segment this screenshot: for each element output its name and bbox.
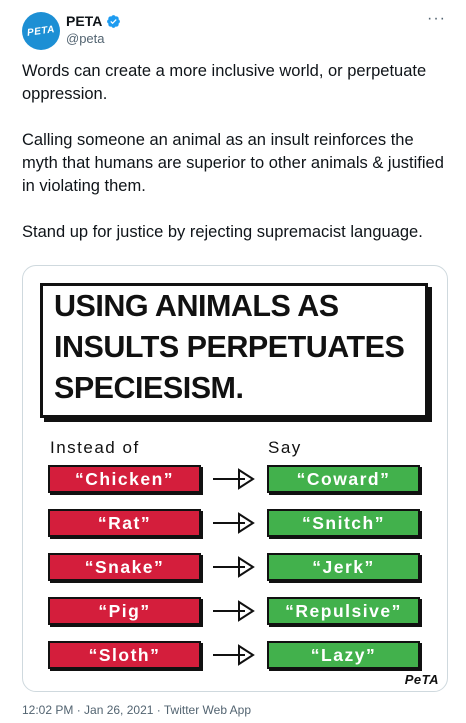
tweet-paragraph: Stand up for justice by rejecting suprem…: [22, 223, 423, 241]
replacement-word: “Repulsive”: [267, 597, 420, 625]
word-pair-row: “Pig” “Repulsive”: [48, 597, 420, 627]
author-name-row: PETA: [66, 13, 121, 29]
insult-word: “Pig”: [48, 597, 201, 625]
replacement-word: “Coward”: [267, 465, 420, 493]
avatar[interactable]: PETA: [22, 12, 60, 50]
verified-badge-icon: [107, 14, 121, 28]
insult-word: “Chicken”: [48, 465, 201, 493]
author-handle[interactable]: @peta: [66, 31, 105, 46]
replacement-word: “Lazy”: [267, 641, 420, 669]
word-pair-row: “Sloth” “Lazy”: [48, 641, 420, 671]
insult-word: “Sloth”: [48, 641, 201, 669]
tweet-text: Words can create a more inclusive world,…: [22, 60, 447, 267]
right-arrow-icon: [213, 556, 255, 578]
word-pair-row: “Snake” “Jerk”: [48, 553, 420, 583]
peta-logo-icon: PETA: [26, 23, 56, 39]
headline-line: SPECIESISM.: [54, 371, 244, 405]
tweet-paragraph: Calling someone an animal as an insult r…: [22, 131, 444, 195]
headline-line: INSULTS PERPETUATES: [54, 330, 405, 364]
right-arrow-icon: [213, 600, 255, 622]
word-pair-row: “Chicken” “Coward”: [48, 465, 420, 495]
tweet-paragraph: Words can create a more inclusive world,…: [22, 62, 427, 103]
display-name[interactable]: PETA: [66, 13, 102, 29]
say-label: Say: [268, 438, 302, 457]
insult-word: “Snake”: [48, 553, 201, 581]
replacement-word: “Snitch”: [267, 509, 420, 537]
insult-word: “Rat”: [48, 509, 201, 537]
right-arrow-icon: [213, 468, 255, 490]
replacement-word: “Jerk”: [267, 553, 420, 581]
headline-line: USING ANIMALS AS: [54, 289, 339, 323]
image-headline: USING ANIMALS AS INSULTS PERPETUATES SPE…: [40, 283, 428, 418]
peta-brand-mark: PeTA: [404, 672, 439, 687]
tweet-metadata[interactable]: 12:02 PM · Jan 26, 2021 · Twitter Web Ap…: [22, 703, 251, 717]
right-arrow-icon: [213, 644, 255, 666]
tweet-image[interactable]: USING ANIMALS AS INSULTS PERPETUATES SPE…: [22, 265, 448, 692]
word-pair-row: “Rat” “Snitch”: [48, 509, 420, 539]
instead-of-label: Instead of: [50, 438, 140, 457]
right-arrow-icon: [213, 512, 255, 534]
more-options-icon[interactable]: ···: [427, 10, 446, 28]
